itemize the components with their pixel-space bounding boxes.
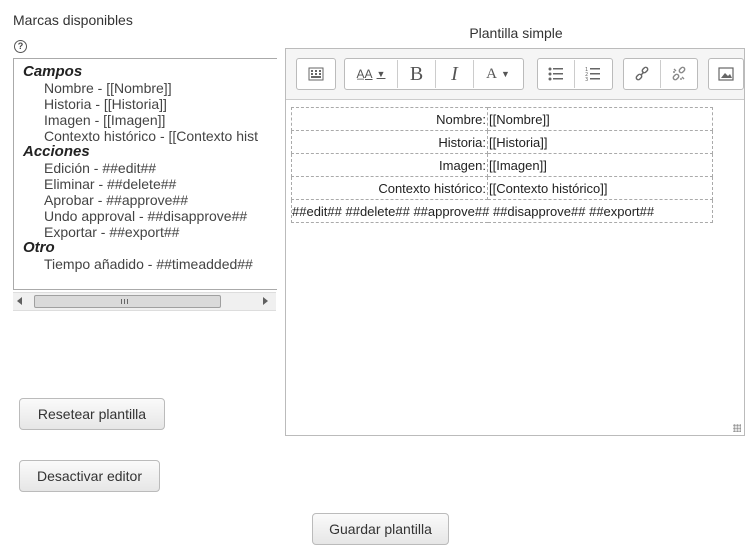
list-group: 123 <box>537 58 613 90</box>
tag-group-heading: Acciones <box>23 143 90 160</box>
template-title: Plantilla simple <box>469 25 563 41</box>
tag-item[interactable]: Tiempo añadido - ##timeadded## <box>24 256 277 272</box>
font-color-button[interactable]: A ▼ <box>474 60 522 88</box>
insert-image-button[interactable] <box>709 60 743 88</box>
link-icon <box>635 66 649 81</box>
tag-item[interactable]: Historia - [[Historia]] <box>24 96 277 112</box>
image-group <box>708 58 744 90</box>
font-size-icon: A̲A <box>356 67 373 81</box>
template-row: Historia: [[Historia]] <box>291 130 713 154</box>
tag-item[interactable]: Contexto histórico - [[Contexto hist <box>24 128 277 144</box>
chevron-down-icon: ▼ <box>500 69 510 79</box>
tag-item[interactable]: Imagen - [[Imagen]] <box>24 112 277 128</box>
scroll-thumb[interactable] <box>34 295 221 308</box>
disable-editor-button[interactable]: Desactivar editor <box>19 460 160 492</box>
field-tag: [[Historia]] <box>487 130 713 154</box>
unlink-button[interactable] <box>661 60 697 88</box>
tag-item[interactable]: Eliminar - ##delete## <box>24 176 277 192</box>
toolbar-toggle-button[interactable] <box>297 60 335 88</box>
link-button[interactable] <box>624 60 660 88</box>
template-row: Imagen: [[Imagen]] <box>291 153 713 177</box>
field-label: Contexto histórico: <box>291 176 488 200</box>
ordered-list-icon: 123 <box>585 67 600 81</box>
text-format-group: A̲A ▼ B I A ▼ <box>344 58 524 90</box>
field-label: Imagen: <box>291 153 488 177</box>
field-tag: [[Contexto histórico]] <box>487 176 713 200</box>
toolbar-toggle-icon <box>308 67 324 81</box>
unordered-list-button[interactable] <box>538 60 574 88</box>
scroll-grip-icon <box>121 299 130 304</box>
field-tag: [[Imagen]] <box>487 153 713 177</box>
field-label: Historia: <box>291 130 488 154</box>
help-icon[interactable]: ? <box>14 40 27 53</box>
horizontal-scrollbar[interactable] <box>13 292 276 311</box>
unordered-list-icon <box>548 67 563 81</box>
template-table: Nombre: [[Nombre]] Historia: [[Historia]] Im… <box>291 107 713 223</box>
template-editor[interactable]: A̲A ▼ B I A ▼ 1 2 3 Nombre: [[Nombre]] H… <box>285 48 745 436</box>
link-group <box>623 58 698 90</box>
tag-item[interactable]: Exportar - ##export## <box>24 224 277 240</box>
unlink-icon <box>672 66 686 81</box>
tag-group-heading: Otro <box>23 239 55 256</box>
template-row: Contexto histórico: [[Contexto histórico]… <box>291 176 713 200</box>
italic-button[interactable]: I <box>436 60 473 88</box>
tag-item[interactable]: Undo approval - ##disapprove## <box>24 208 277 224</box>
available-tags-list[interactable]: Campos Nombre - [[Nombre]] Historia - [[Hi… <box>13 58 277 290</box>
save-template-button[interactable]: Guardar plantilla <box>312 513 449 545</box>
image-icon <box>718 67 734 81</box>
scroll-right-icon[interactable] <box>263 297 268 305</box>
tag-item[interactable]: Aprobar - ##approve## <box>24 192 277 208</box>
template-row: Nombre: [[Nombre]] <box>291 107 713 131</box>
font-color-icon: A <box>486 65 497 82</box>
resize-grip-icon[interactable] <box>733 424 741 432</box>
available-tags-label: Marcas disponibles <box>13 12 133 28</box>
tag-item[interactable]: Nombre - [[Nombre]] <box>24 80 277 96</box>
tag-group-heading: Campos <box>23 63 83 80</box>
reset-template-button[interactable]: Resetear plantilla <box>19 398 165 430</box>
template-content[interactable]: Nombre: [[Nombre]] Historia: [[Historia]] Im… <box>291 107 713 223</box>
tag-item[interactable]: Edición - ##edit## <box>24 160 277 176</box>
toolbar-toggle-group <box>296 58 336 90</box>
ordered-list-button[interactable]: 123 <box>575 60 611 88</box>
scroll-left-icon[interactable] <box>17 297 22 305</box>
font-size-button[interactable]: A̲A ▼ <box>345 60 397 88</box>
actions-cell: ##edit## ##delete## ##approve## ##disapp… <box>291 199 713 223</box>
field-tag: [[Nombre]] <box>487 107 713 131</box>
svg-text:3: 3 <box>585 77 588 81</box>
chevron-down-icon: ▼ <box>376 69 386 79</box>
field-label: Nombre: <box>291 107 488 131</box>
editor-toolbar: A̲A ▼ B I A ▼ 1 2 3 <box>286 49 744 100</box>
bold-button[interactable]: B <box>398 60 435 88</box>
